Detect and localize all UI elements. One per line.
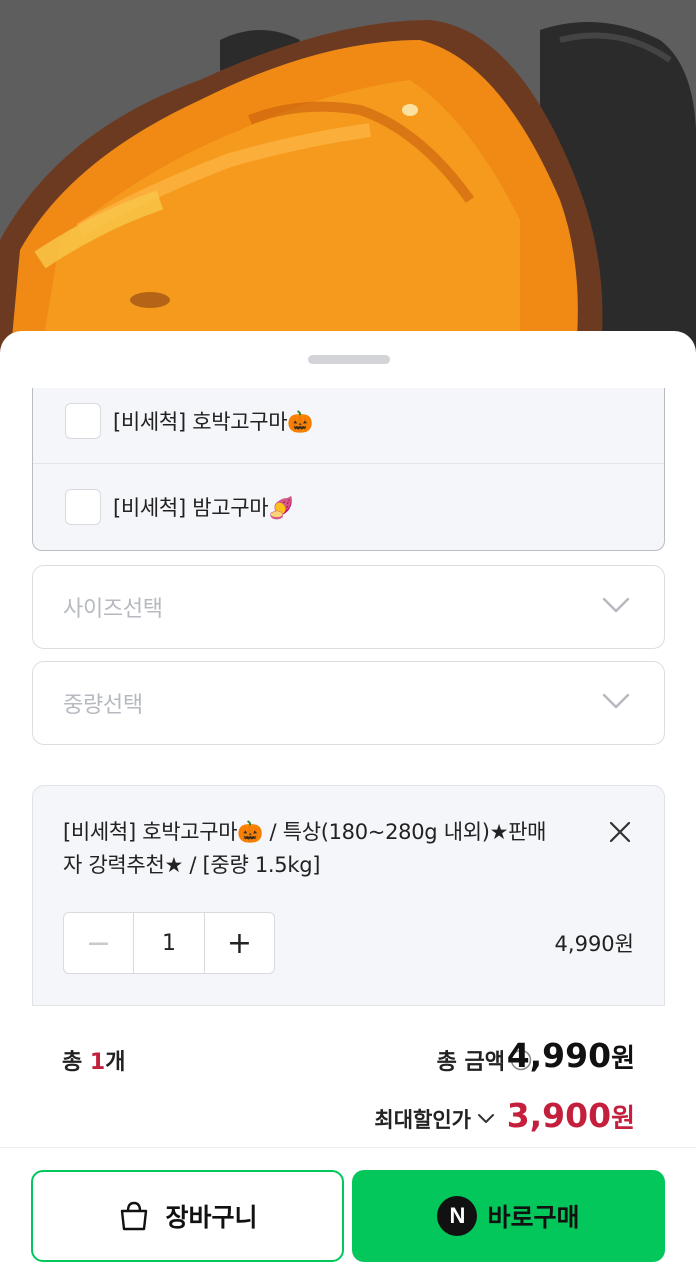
option-item-pumpkin-sweet-potato[interactable]: [비세척] 호박고구마🎃	[33, 378, 664, 464]
buy-now-button-label: 바로구매	[487, 1203, 580, 1232]
max-discount-unit: 원	[611, 1104, 635, 1134]
order-totals: 총 1개 총 금액 4,990원 최대할인가 3,900원	[32, 1005, 665, 1147]
total-amount: 4,990원	[507, 1036, 635, 1075]
total-amount-value: 4,990	[506, 1036, 612, 1075]
max-discount-value: 3,900	[506, 1096, 612, 1135]
cart-button[interactable]: 장바구니	[31, 1170, 344, 1262]
size-select-placeholder: 사이즈선택	[63, 597, 163, 622]
total-count: 총 1개	[62, 1044, 125, 1076]
total-count-value: 1	[89, 1050, 106, 1075]
selected-item-price: 4,990원	[554, 932, 634, 956]
total-amount-unit: 원	[611, 1044, 635, 1074]
option-checkbox[interactable]	[65, 403, 101, 439]
quantity-value[interactable]: 1	[134, 913, 204, 973]
purchase-action-bar: 장바구니 N 바로구매	[0, 1147, 696, 1280]
weight-select[interactable]: 중량선택	[32, 661, 665, 745]
max-discount-label[interactable]: 최대할인가	[374, 1104, 471, 1134]
total-count-prefix: 총	[62, 1050, 90, 1075]
option-dropdown-list: [비세척] 호박고구마🎃 [비세척] 밤고구마🍠	[32, 388, 665, 551]
quantity-stepper: − 1 +	[63, 912, 275, 974]
decrease-button[interactable]: −	[64, 913, 134, 973]
option-item-chestnut-sweet-potato[interactable]: [비세척] 밤고구마🍠	[33, 464, 664, 550]
selected-item-title: [비세척] 호박고구마🎃 / 특상(180~280g 내외)★판매자 강력추천★…	[63, 820, 547, 877]
chevron-down-icon	[602, 597, 630, 613]
option-bottom-sheet: [비세척] 호박고구마🎃 [비세척] 밤고구마🍠 사이즈선택 중량선택 [비세척…	[0, 331, 696, 1280]
option-label: [비세척] 호박고구마🎃	[113, 410, 314, 434]
max-discount-price: 3,900원	[507, 1096, 635, 1135]
product-photo	[0, 0, 696, 360]
increase-button[interactable]: +	[204, 913, 274, 973]
chevron-down-icon[interactable]	[477, 1113, 495, 1125]
total-amount-label: 총 금액	[436, 1050, 505, 1075]
chevron-down-icon	[602, 693, 630, 709]
close-icon[interactable]	[608, 820, 632, 844]
option-label: [비세척] 밤고구마🍠	[113, 496, 295, 520]
size-select[interactable]: 사이즈선택	[32, 565, 665, 649]
buy-now-button[interactable]: N 바로구매	[352, 1170, 665, 1262]
sheet-grabber[interactable]	[308, 355, 390, 364]
selected-item-card: [비세척] 호박고구마🎃 / 특상(180~280g 내외)★판매자 강력추천★…	[32, 785, 665, 1005]
naver-pay-icon: N	[437, 1196, 478, 1236]
shopping-bag-icon	[121, 1201, 148, 1231]
option-checkbox[interactable]	[65, 489, 101, 525]
cart-button-label: 장바구니	[165, 1203, 258, 1232]
total-count-suffix: 개	[105, 1050, 126, 1075]
weight-select-placeholder: 중량선택	[63, 693, 143, 718]
